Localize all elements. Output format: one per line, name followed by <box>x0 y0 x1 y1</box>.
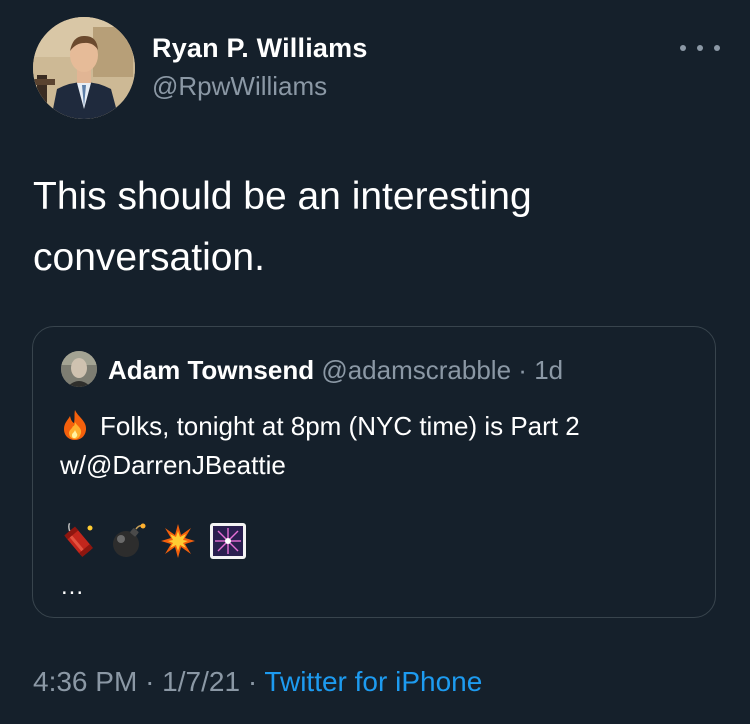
dot <box>680 45 686 51</box>
quoted-tweet[interactable]: Adam Townsend @adamscrabble · 1d Folks, … <box>32 326 716 618</box>
tweet-source-link[interactable]: Twitter for iPhone <box>264 666 482 697</box>
more-options-icon[interactable] <box>680 36 720 60</box>
quoted-text: Folks, tonight at 8pm (NYC time) is Part… <box>60 411 580 480</box>
author-name[interactable]: Ryan P. Williams <box>152 33 368 64</box>
emoji-row <box>59 521 247 561</box>
quoted-author-avatar[interactable] <box>61 351 97 387</box>
separator: · <box>518 355 527 385</box>
separator: · <box>145 666 155 697</box>
quoted-author-name[interactable]: Adam Townsend <box>108 355 314 385</box>
dot <box>714 45 720 51</box>
separator: · <box>247 666 258 697</box>
quoted-author-handle[interactable]: @adamscrabble <box>321 355 511 385</box>
author-handle[interactable]: @RpwWilliams <box>152 71 327 102</box>
tweet-date[interactable]: 1/7/21 <box>162 666 240 697</box>
fire-emoji-icon <box>64 410 87 440</box>
bomb-emoji-icon <box>113 523 146 557</box>
quoted-timestamp[interactable]: 1d <box>534 355 563 385</box>
sparkler-emoji-icon <box>210 523 246 559</box>
quoted-text-block: Folks, tonight at 8pm (NYC time) is Part… <box>60 407 700 485</box>
firecracker-emoji-icon <box>64 522 94 557</box>
quoted-header: Adam Townsend @adamscrabble · 1d <box>108 355 563 386</box>
tweet-meta: 4:36 PM · 1/7/21 · Twitter for iPhone <box>33 666 482 698</box>
author-avatar[interactable] <box>33 17 135 119</box>
tweet-text: This should be an interesting conversati… <box>33 175 532 279</box>
collision-emoji-icon <box>161 524 195 558</box>
tweet-time[interactable]: 4:36 PM <box>33 666 137 697</box>
tweet: Ryan P. Williams @RpwWilliams This shoul… <box>0 0 750 724</box>
dot <box>697 45 703 51</box>
truncation-ellipsis: ... <box>61 573 85 600</box>
